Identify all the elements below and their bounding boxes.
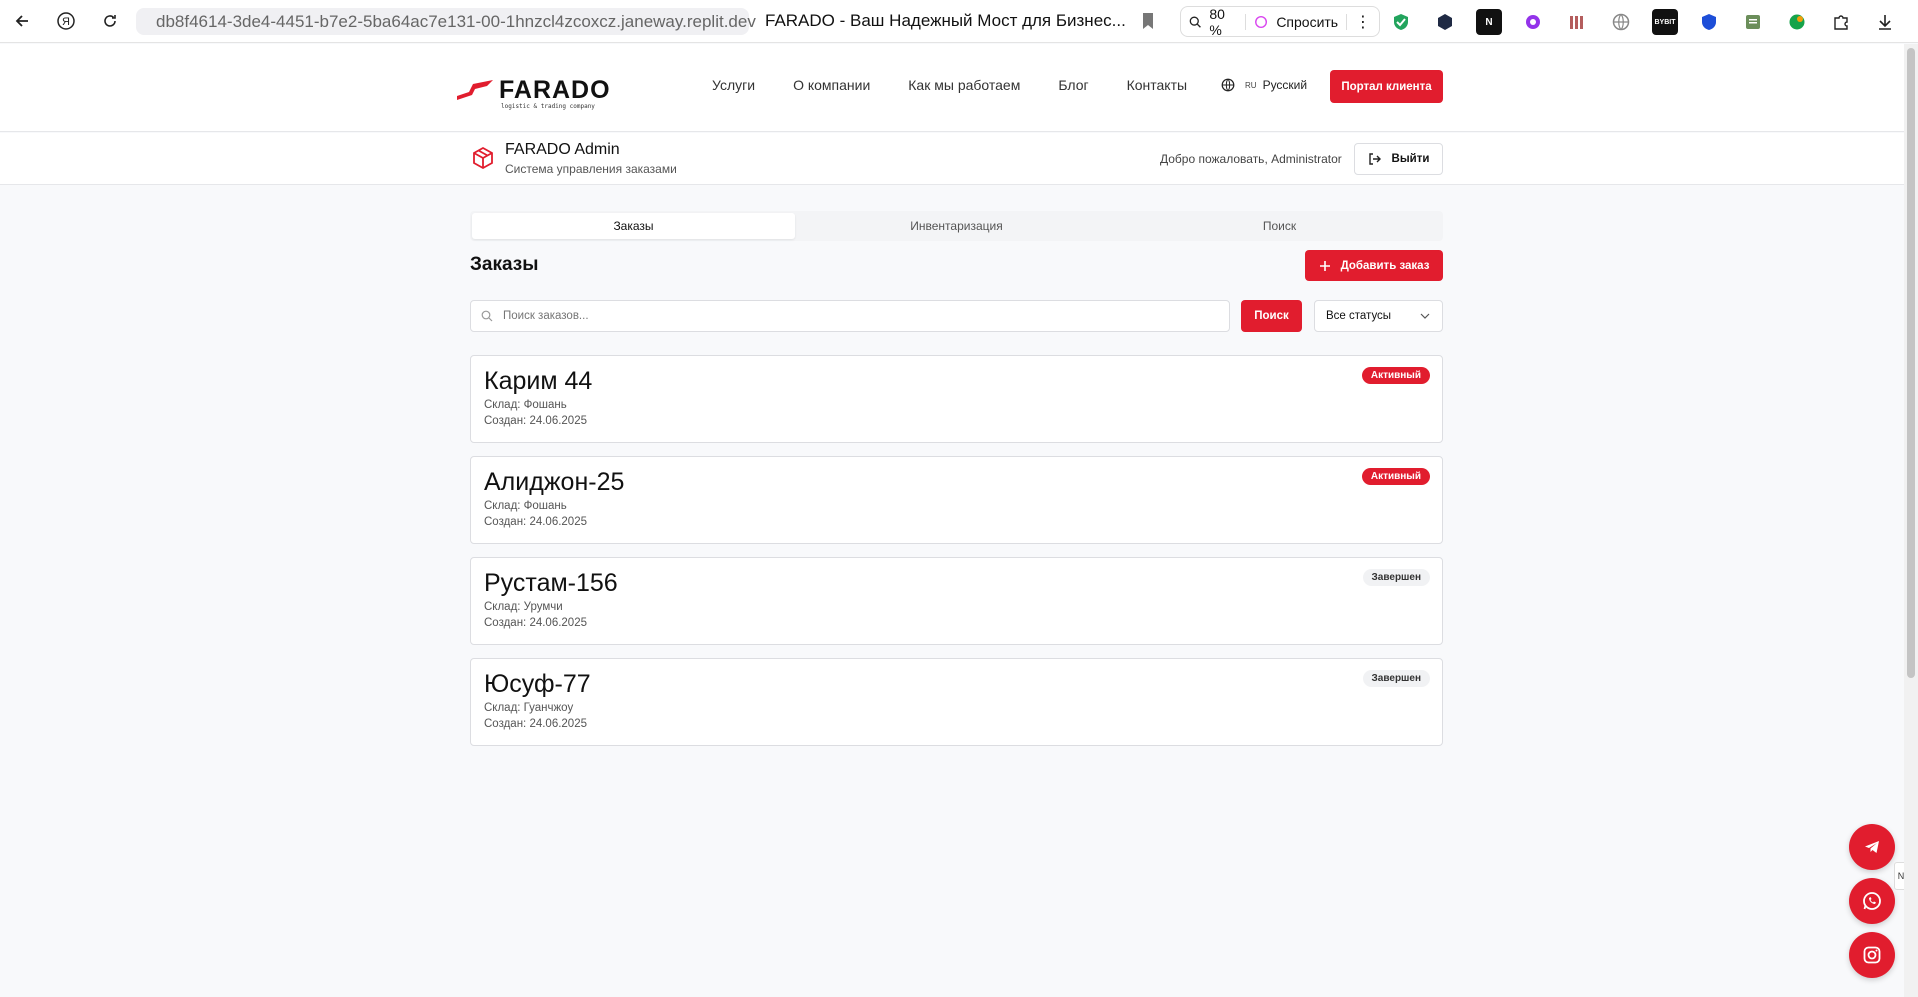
- order-created-date: Создан: 24.06.2025: [484, 516, 587, 528]
- order-card[interactable]: Карим 44 Склад: Фошань Создан: 24.06.202…: [470, 355, 1443, 443]
- order-created-date: Создан: 24.06.2025: [484, 617, 587, 629]
- order-created-date: Создан: 24.06.2025: [484, 415, 587, 427]
- farado-logo[interactable]: FARADO logistic & trading company: [457, 78, 611, 110]
- status-badge: Завершен: [1362, 569, 1430, 586]
- more-icon[interactable]: ⋮: [1355, 12, 1371, 32]
- status-filter-select[interactable]: Все статусы: [1314, 300, 1443, 332]
- order-created-date: Создан: 24.06.2025: [484, 718, 587, 730]
- nav-item-contacts[interactable]: Контакты: [1127, 77, 1187, 93]
- package-icon: [471, 146, 495, 175]
- shield-green-icon[interactable]: [1388, 9, 1414, 35]
- order-search-field[interactable]: [470, 300, 1230, 332]
- whatsapp-icon: [1863, 892, 1881, 910]
- logout-icon: [1368, 153, 1381, 165]
- status-filter-value: Все статусы: [1326, 310, 1392, 322]
- download-icon[interactable]: [1872, 9, 1898, 35]
- welcome-text: Добро пожаловать, Administrator: [1160, 152, 1342, 166]
- search-icon: [481, 310, 493, 322]
- zoom-level[interactable]: 80 %: [1209, 6, 1237, 38]
- order-name: Рустам-156: [484, 569, 618, 597]
- main-nav: Услуги О компании Как мы работаем Блог К…: [712, 77, 1225, 93]
- logo-text: FARADO: [499, 76, 611, 104]
- status-badge: Активный: [1361, 367, 1430, 384]
- order-warehouse: Склад: Фошань: [484, 500, 567, 512]
- order-search-input[interactable]: [503, 310, 1203, 322]
- instagram-icon: [1863, 946, 1881, 964]
- admin-tabs: Заказы Инвентаризация Поиск: [470, 211, 1443, 241]
- yandex-icon[interactable]: Я: [50, 5, 82, 37]
- browser-toolbar: Я db8f4614-3de4-4451-b7e2-5ba64ac7e131-0…: [0, 0, 1918, 43]
- instagram-button[interactable]: [1849, 932, 1895, 978]
- admin-title: FARADO Admin: [505, 141, 620, 158]
- globe-icon: [1221, 78, 1235, 92]
- bookmark-icon[interactable]: [1141, 12, 1155, 35]
- flower-icon[interactable]: [1520, 9, 1546, 35]
- status-badge: Активный: [1361, 468, 1430, 485]
- logout-button[interactable]: Выйти: [1354, 143, 1443, 175]
- tab-inventory[interactable]: Инвентаризация: [795, 213, 1118, 239]
- n-extension-icon[interactable]: N: [1476, 9, 1502, 35]
- admin-header: FARADO Admin Система управления заказами…: [0, 133, 1904, 185]
- ask-icon: [1255, 15, 1268, 28]
- globe-icon[interactable]: [1608, 9, 1634, 35]
- nav-item-services[interactable]: Услуги: [712, 77, 755, 93]
- search-button[interactable]: Поиск: [1241, 300, 1302, 332]
- order-name: Алиджон-25: [484, 468, 625, 496]
- reload-icon[interactable]: [94, 5, 126, 37]
- add-order-label: Добавить заказ: [1340, 259, 1430, 272]
- nav-item-how-we-work[interactable]: Как мы работаем: [908, 77, 1020, 93]
- order-name: Юсуф-77: [484, 670, 591, 698]
- plus-icon: [1319, 260, 1330, 271]
- client-portal-button[interactable]: Портал клиента: [1330, 70, 1443, 103]
- lang-label: Русский: [1262, 78, 1308, 92]
- lang-code: RU: [1245, 80, 1257, 90]
- logo-mark-icon: [457, 80, 493, 100]
- url-text: db8f4614-3de4-4451-b7e2-5ba64ac7e131-00-…: [156, 11, 756, 31]
- page-scrollbar[interactable]: [1904, 44, 1918, 997]
- order-card[interactable]: Алиджон-25 Склад: Фошань Создан: 24.06.2…: [470, 456, 1443, 544]
- earth-icon[interactable]: [1784, 9, 1810, 35]
- telegram-icon: [1865, 841, 1879, 853]
- notes-icon[interactable]: [1740, 9, 1766, 35]
- ask-button[interactable]: Спросить: [1276, 14, 1338, 30]
- nav-item-about[interactable]: О компании: [793, 77, 870, 93]
- shield-blue-icon[interactable]: [1696, 9, 1722, 35]
- order-warehouse: Склад: Урумчи: [484, 601, 563, 613]
- hex-icon[interactable]: [1432, 9, 1458, 35]
- logo-subtitle: logistic & trading company: [501, 103, 595, 110]
- bars-icon[interactable]: [1564, 9, 1590, 35]
- order-name: Карим 44: [484, 367, 593, 395]
- tab-orders[interactable]: Заказы: [472, 213, 795, 239]
- zoom-controls: 80 % Спросить ⋮: [1180, 6, 1380, 38]
- order-card[interactable]: Юсуф-77 Склад: Гуанчжоу Создан: 24.06.20…: [470, 658, 1443, 746]
- telegram-button[interactable]: [1849, 824, 1895, 870]
- svg-text:Я: Я: [62, 16, 70, 28]
- order-card[interactable]: Рустам-156 Склад: Урумчи Создан: 24.06.2…: [470, 557, 1443, 645]
- chevron-down-icon: [1420, 313, 1430, 319]
- back-icon[interactable]: [6, 5, 38, 37]
- puzzle-icon[interactable]: [1828, 9, 1854, 35]
- nav-item-blog[interactable]: Блог: [1058, 77, 1088, 93]
- add-order-button[interactable]: Добавить заказ: [1305, 250, 1443, 281]
- tab-search[interactable]: Поиск: [1118, 213, 1441, 239]
- tab-title: FARADO - Ваш Надежный Мост для Бизнес...: [765, 11, 1126, 30]
- order-warehouse: Склад: Гуанчжоу: [484, 702, 574, 714]
- whatsapp-button[interactable]: [1849, 878, 1895, 924]
- address-bar[interactable]: db8f4614-3de4-4451-b7e2-5ba64ac7e131-00-…: [136, 8, 756, 35]
- scrollbar-thumb[interactable]: [1907, 48, 1915, 678]
- order-warehouse: Склад: Фошань: [484, 399, 567, 411]
- section-title: Заказы: [470, 254, 539, 275]
- bybit-icon[interactable]: BYBIT: [1652, 9, 1678, 35]
- extensions-bar: N BYBIT: [1388, 9, 1898, 35]
- zoom-icon[interactable]: [1189, 15, 1201, 29]
- language-switcher[interactable]: RU Русский: [1221, 78, 1307, 92]
- status-badge: Завершен: [1362, 670, 1430, 687]
- logout-label: Выйти: [1391, 153, 1430, 165]
- site-header: FARADO logistic & trading company Услуги…: [0, 44, 1904, 132]
- admin-subtitle: Система управления заказами: [505, 162, 677, 176]
